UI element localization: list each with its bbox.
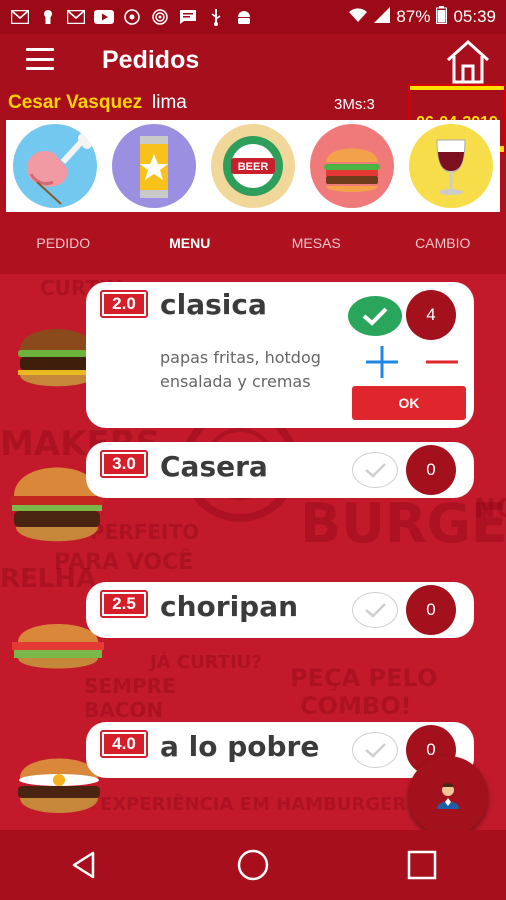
- home-icon[interactable]: [444, 38, 492, 86]
- product-name: a lo pobre: [160, 730, 320, 763]
- product-name: Casera: [160, 450, 268, 483]
- price-badge: 2.5: [100, 590, 148, 618]
- product-name: clasica: [160, 288, 267, 321]
- recents-button[interactable]: [392, 835, 452, 895]
- bg-text: EXPERIÊNCIA EM HAMBURGER: [100, 794, 407, 815]
- tab-menu[interactable]: MENU: [127, 212, 254, 274]
- signal-icon: [374, 6, 391, 28]
- recents-square-icon: [407, 850, 436, 880]
- category-meat[interactable]: [13, 124, 98, 208]
- minus-icon: [426, 360, 458, 364]
- target-icon: [150, 8, 170, 26]
- decrement-button[interactable]: [422, 342, 462, 382]
- product-description: papas fritas, hotdog ensalada y cremas: [160, 348, 321, 391]
- bg-text: PEÇA PELO: [290, 664, 438, 692]
- wifi-icon: [348, 7, 368, 28]
- plus-icon: [366, 346, 398, 378]
- select-check-button[interactable]: [352, 592, 398, 628]
- user-name: Cesar Vasquez: [8, 92, 143, 113]
- usb-icon: [206, 8, 226, 26]
- back-button[interactable]: [54, 835, 114, 895]
- home-button[interactable]: [223, 835, 283, 895]
- bg-text: COMBO!: [300, 692, 412, 720]
- check-icon: [365, 463, 386, 478]
- quantity-badge: 0: [406, 445, 456, 495]
- category-soda[interactable]: [112, 124, 197, 208]
- ok-button[interactable]: OK: [352, 386, 466, 420]
- select-check-button[interactable]: [352, 452, 398, 488]
- bg-text: JÁ CURTIU?: [150, 652, 262, 673]
- category-strip: BEER: [6, 120, 500, 212]
- gmail-icon: [66, 8, 86, 26]
- page-title: Pedidos: [102, 46, 200, 74]
- keyhole-icon: [38, 8, 58, 26]
- select-check-button[interactable]: [352, 732, 398, 768]
- battery-icon: [436, 5, 448, 29]
- battery-percent: 87%: [396, 7, 431, 26]
- system-nav-bar: [0, 830, 506, 900]
- home-circle-icon: [237, 849, 269, 881]
- price-badge: 2.0: [100, 290, 148, 318]
- menu-list[interactable]: CURTIU BURGERS PARA VOCÊ PERFEITO JÁ CUR…: [0, 274, 506, 830]
- status-bar: 87% 05:39: [0, 0, 506, 34]
- check-icon: [365, 743, 386, 758]
- product-card-choripan[interactable]: 2.5 choripan 0: [86, 582, 474, 638]
- product-card-casera[interactable]: 3.0 Casera 0: [86, 442, 474, 498]
- product-name: choripan: [160, 590, 299, 623]
- wine-glass-icon: [436, 139, 466, 195]
- category-burger[interactable]: [309, 124, 394, 208]
- youtube-icon: [94, 8, 114, 26]
- quantity-badge: 0: [406, 585, 456, 635]
- price-badge: 3.0: [100, 450, 148, 478]
- select-check-button[interactable]: [348, 296, 402, 336]
- clock: 05:39: [453, 7, 496, 26]
- bg-text: BACON: [84, 698, 164, 722]
- back-triangle-icon: [73, 851, 95, 879]
- tab-bar: PEDIDO MENU MESAS CAMBIO: [0, 212, 506, 274]
- beer-cap-icon: BEER: [222, 136, 283, 196]
- mesa-code: 3Ms:3: [334, 96, 375, 113]
- check-icon: [362, 307, 388, 326]
- android-icon: [234, 8, 254, 26]
- tab-mesas[interactable]: MESAS: [253, 212, 380, 274]
- message-icon: [178, 8, 198, 26]
- soda-can-icon: [140, 136, 169, 198]
- chrome-icon: [122, 8, 142, 26]
- waiter-icon: [437, 783, 459, 809]
- product-card-clasica[interactable]: 2.0 clasica papas fritas, hotdog ensalad…: [86, 282, 474, 428]
- beer-label: BEER: [238, 161, 269, 173]
- waiter-fab-button[interactable]: [408, 756, 488, 836]
- app-toolbar: Pedidos Cesar Vasquez lima 3Ms:3 06-04-2…: [0, 34, 506, 154]
- bg-text: NO: [474, 494, 506, 524]
- price-badge: 4.0: [100, 730, 148, 758]
- menu-icon[interactable]: [26, 48, 54, 70]
- category-beer[interactable]: BEER: [210, 124, 295, 208]
- quantity-badge: 4: [406, 290, 456, 340]
- product-card-a-lo-pobre[interactable]: 4.0 a lo pobre 0: [86, 722, 474, 778]
- gmail-icon: [10, 8, 30, 26]
- check-icon: [365, 603, 386, 618]
- user-city: lima: [152, 92, 187, 113]
- bg-text: RELHA: [0, 564, 97, 594]
- tab-cambio[interactable]: CAMBIO: [380, 212, 506, 274]
- meat-icon: [27, 133, 93, 205]
- burger-icon: [323, 148, 380, 192]
- category-wine[interactable]: [408, 124, 493, 208]
- increment-button[interactable]: [362, 342, 402, 382]
- tab-pedido[interactable]: PEDIDO: [0, 212, 127, 274]
